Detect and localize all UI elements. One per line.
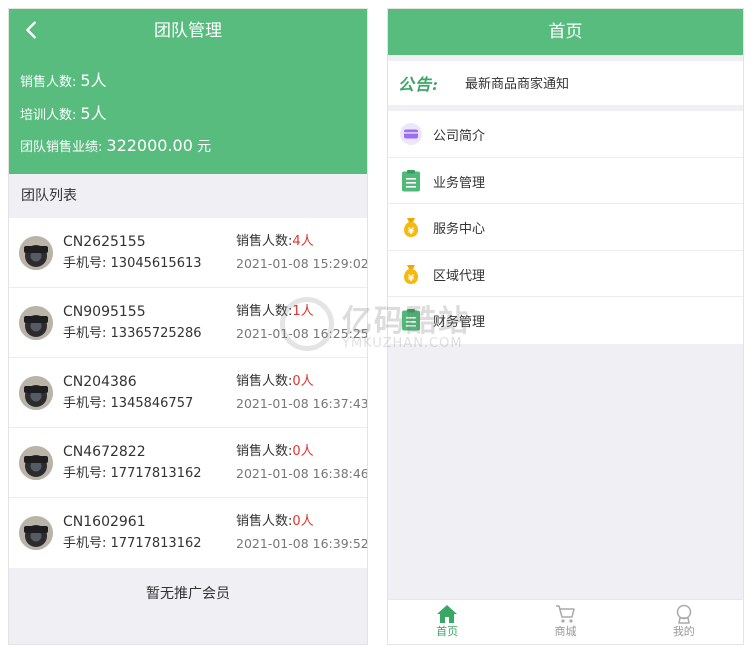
notice-bar[interactable]: 公告: 最新商品商家通知 — [388, 61, 743, 105]
menu-item-label: 公司简介 — [433, 129, 486, 144]
money-bag-icon: ¥ — [399, 262, 423, 286]
cart-icon — [556, 605, 576, 623]
page-title: 团队管理 — [154, 21, 222, 41]
member-join-time: 2021-01-08 16:39:52 — [236, 536, 368, 551]
member-sales-count: 0人 — [292, 444, 314, 459]
avatar — [19, 236, 53, 270]
phone-label: 手机号: — [63, 256, 107, 271]
member-phone: 13045615613 — [110, 256, 202, 271]
sales-count-label: 销售人数: — [236, 374, 293, 389]
member-phone: 17717813162 — [110, 536, 202, 551]
menu-item-finance-management[interactable]: 财务管理 — [388, 297, 743, 344]
team-performance-label: 团队销售业绩: — [20, 140, 103, 155]
phone-label: 手机号: — [63, 326, 107, 341]
phone-label: 手机号: — [63, 536, 107, 551]
camera-photo-icon — [19, 376, 53, 410]
tab-mall[interactable]: 商城 — [506, 600, 624, 644]
member-code: CN204386 — [63, 374, 137, 390]
member-code: CN1602961 — [63, 514, 146, 530]
notice-text: 最新商品商家通知 — [465, 77, 570, 92]
menu-item-label: 财务管理 — [433, 315, 486, 330]
menu-item-business-management[interactable]: 业务管理 — [388, 158, 743, 204]
avatar — [19, 306, 53, 340]
team-header: 团队管理 销售人数: 5人 培训人数: 5人 团队销售业绩: 322000.00 元 — [9, 9, 367, 174]
camera-photo-icon — [19, 446, 53, 480]
team-member-row[interactable]: CN1602961 手机号: 17717813162 销售人数:0人 2021-… — [9, 498, 367, 568]
menu-item-label: 服务中心 — [433, 222, 486, 237]
team-member-row[interactable]: CN2625155 手机号: 13045615613 销售人数:4人 2021-… — [9, 218, 367, 288]
camera-photo-icon — [19, 236, 53, 270]
member-code: CN2625155 — [63, 234, 146, 250]
team-performance-stat: 团队销售业绩: 322000.00 元 — [20, 135, 211, 159]
member-code: CN9095155 — [63, 304, 146, 320]
tab-label: 首页 — [436, 625, 459, 638]
tab-mine[interactable]: 我的 — [625, 600, 743, 644]
avatar — [19, 516, 53, 550]
svg-text:¥: ¥ — [408, 227, 415, 237]
phone-label: 手机号: — [63, 396, 107, 411]
training-count-stat: 培训人数: 5人 — [20, 103, 107, 127]
member-sales-count: 4人 — [292, 234, 314, 249]
avatar — [19, 446, 53, 480]
tab-home[interactable]: 首页 — [388, 600, 506, 644]
team-performance-value: 322000.00 — [106, 136, 193, 155]
menu-item-label: 区域代理 — [433, 268, 486, 284]
avatar — [19, 376, 53, 410]
menu-item-label: 业务管理 — [433, 175, 486, 191]
sales-count-label: 销售人数: — [20, 75, 77, 90]
team-member-row[interactable]: CN9095155 手机号: 13365725286 销售人数:1人 2021-… — [9, 288, 367, 358]
team-member-list: CN2625155 手机号: 13045615613 销售人数:4人 2021-… — [9, 218, 367, 568]
money-bag-icon: ¥ — [399, 215, 423, 239]
member-phone: 13365725286 — [110, 326, 202, 341]
clipboard-icon — [399, 308, 423, 332]
member-join-time: 2021-01-08 16:37:43 — [236, 396, 368, 411]
member-phone: 1345846757 — [110, 396, 194, 411]
home-screen: 首页 公告: 最新商品商家通知 公司简介 业务管理 ¥ 服务中心 ¥ 区域代理 … — [387, 8, 744, 645]
training-count-label: 培训人数: — [20, 108, 77, 123]
team-performance-unit: 元 — [197, 139, 212, 155]
home-icon — [437, 605, 458, 623]
member-sales-count: 0人 — [292, 374, 314, 389]
home-title: 首页 — [388, 9, 743, 55]
sales-count-label: 销售人数: — [236, 514, 293, 529]
home-menu: 公司简介 业务管理 ¥ 服务中心 ¥ 区域代理 财务管理 — [388, 111, 743, 344]
notice-label: 公告: — [398, 75, 439, 94]
sales-count-stat: 销售人数: 5人 — [20, 70, 107, 94]
tab-label: 我的 — [672, 625, 695, 638]
camera-photo-icon — [19, 306, 53, 340]
sales-count-value: 5人 — [80, 71, 107, 90]
team-list-title: 团队列表 — [21, 188, 77, 204]
svg-text:¥: ¥ — [408, 274, 415, 284]
sales-count-label: 销售人数: — [236, 234, 293, 249]
member-sales-count: 1人 — [292, 304, 314, 319]
user-icon — [676, 604, 692, 624]
member-phone: 17717813162 — [110, 466, 202, 481]
card-icon — [399, 122, 423, 146]
phone-label: 手机号: — [63, 466, 107, 481]
sales-count-label: 销售人数: — [236, 444, 293, 459]
clipboard-icon — [399, 169, 423, 193]
training-count-value: 5人 — [80, 104, 107, 123]
sales-count-label: 销售人数: — [236, 304, 293, 319]
team-member-row[interactable]: CN204386 手机号: 1345846757 销售人数:0人 2021-01… — [9, 358, 367, 428]
menu-item-service-center[interactable]: ¥ 服务中心 — [388, 204, 743, 251]
tab-label: 商城 — [554, 625, 577, 638]
member-join-time: 2021-01-08 15:29:02 — [236, 256, 368, 271]
no-members-note: 暂无推广会员 — [146, 586, 230, 602]
member-code: CN4672822 — [63, 444, 146, 460]
bottom-tab-bar: 首页 商城 我的 — [388, 599, 743, 644]
menu-item-regional-agent[interactable]: ¥ 区域代理 — [388, 251, 743, 297]
member-join-time: 2021-01-08 16:25:25 — [236, 326, 368, 341]
member-join-time: 2021-01-08 16:38:46 — [236, 466, 368, 481]
camera-photo-icon — [19, 516, 53, 550]
team-member-row[interactable]: CN4672822 手机号: 17717813162 销售人数:0人 2021-… — [9, 428, 367, 498]
team-management-screen: 团队管理 销售人数: 5人 培训人数: 5人 团队销售业绩: 322000.00 元 … — [8, 8, 368, 645]
member-sales-count: 0人 — [292, 514, 314, 529]
menu-item-company-intro[interactable]: 公司简介 — [388, 111, 743, 158]
